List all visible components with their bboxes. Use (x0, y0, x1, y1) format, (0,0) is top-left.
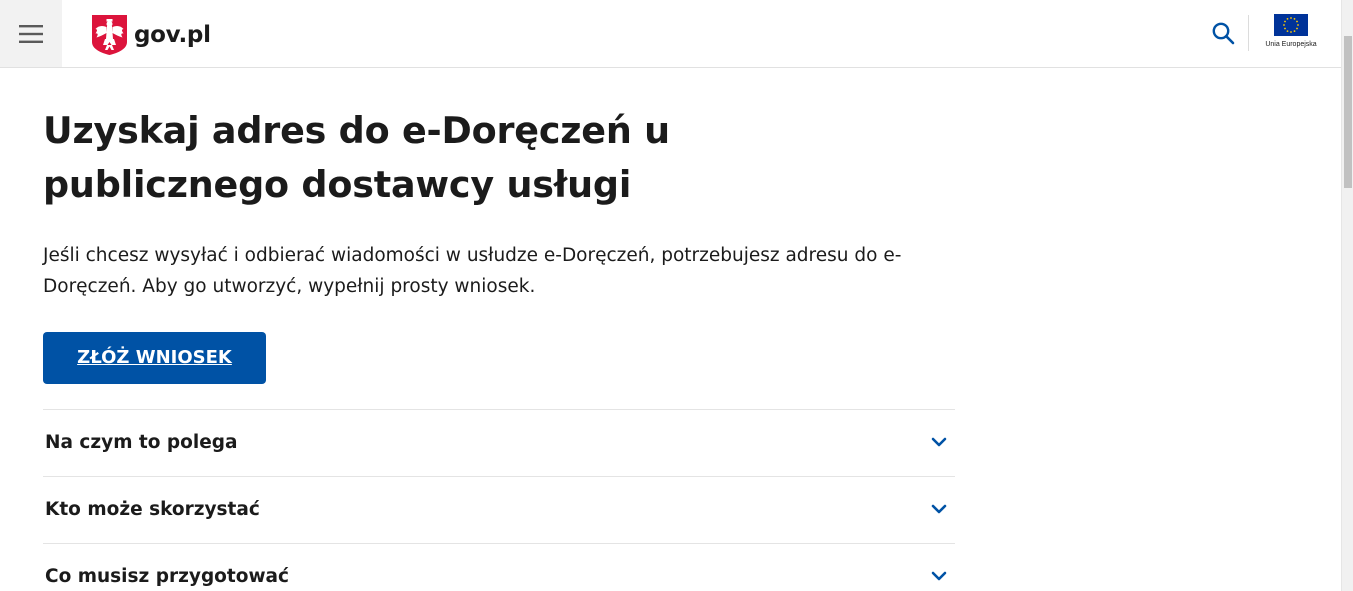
eu-flag-icon (1274, 14, 1308, 36)
chevron-down-icon (931, 437, 947, 447)
main-content: Uzyskaj adres do e-Doręczeń u publiczneg… (43, 104, 955, 384)
search-button[interactable] (1207, 17, 1239, 49)
accordion: Na czym to polega Kto może skorzystać Co… (43, 409, 955, 591)
chevron-down-icon (931, 571, 947, 581)
hamburger-menu-icon (19, 24, 43, 43)
accordion-item-na-czym-to-polega[interactable]: Na czym to polega (43, 409, 955, 476)
page-title: Uzyskaj adres do e-Doręczeń u publiczneg… (43, 109, 670, 206)
lead-paragraph: Jeśli chcesz wysyłać i odbierać wiadomoś… (43, 245, 902, 297)
page: gov.pl Unia Europejska Uzyskaj adres do … (0, 0, 1353, 591)
accordion-item-label: Na czym to polega (45, 432, 238, 453)
eu-label: Unia Europejska (1265, 41, 1317, 48)
chevron-down-icon (931, 504, 947, 514)
header-divider (1248, 15, 1249, 51)
search-icon (1212, 22, 1235, 45)
accordion-item-label: Co musisz przygotować (45, 566, 289, 587)
logo-text: gov.pl (134, 21, 211, 48)
polish-eagle-emblem-icon (92, 15, 127, 55)
accordion-item-label: Kto może skorzystać (45, 499, 260, 520)
accordion-item-co-musisz-przygotowac[interactable]: Co musisz przygotować (43, 543, 955, 591)
scrollbar-thumb[interactable] (1344, 36, 1352, 188)
submit-application-button[interactable]: ZŁÓŻ WNIOSEK (43, 332, 266, 384)
govpl-logo-link[interactable]: gov.pl (92, 15, 211, 55)
menu-button[interactable] (0, 0, 62, 67)
site-header: gov.pl Unia Europejska (0, 0, 1341, 68)
vertical-scrollbar[interactable] (1341, 0, 1353, 591)
accordion-item-kto-moze-skorzystac[interactable]: Kto może skorzystać (43, 476, 955, 543)
eu-logo-link[interactable]: Unia Europejska (1259, 14, 1323, 48)
